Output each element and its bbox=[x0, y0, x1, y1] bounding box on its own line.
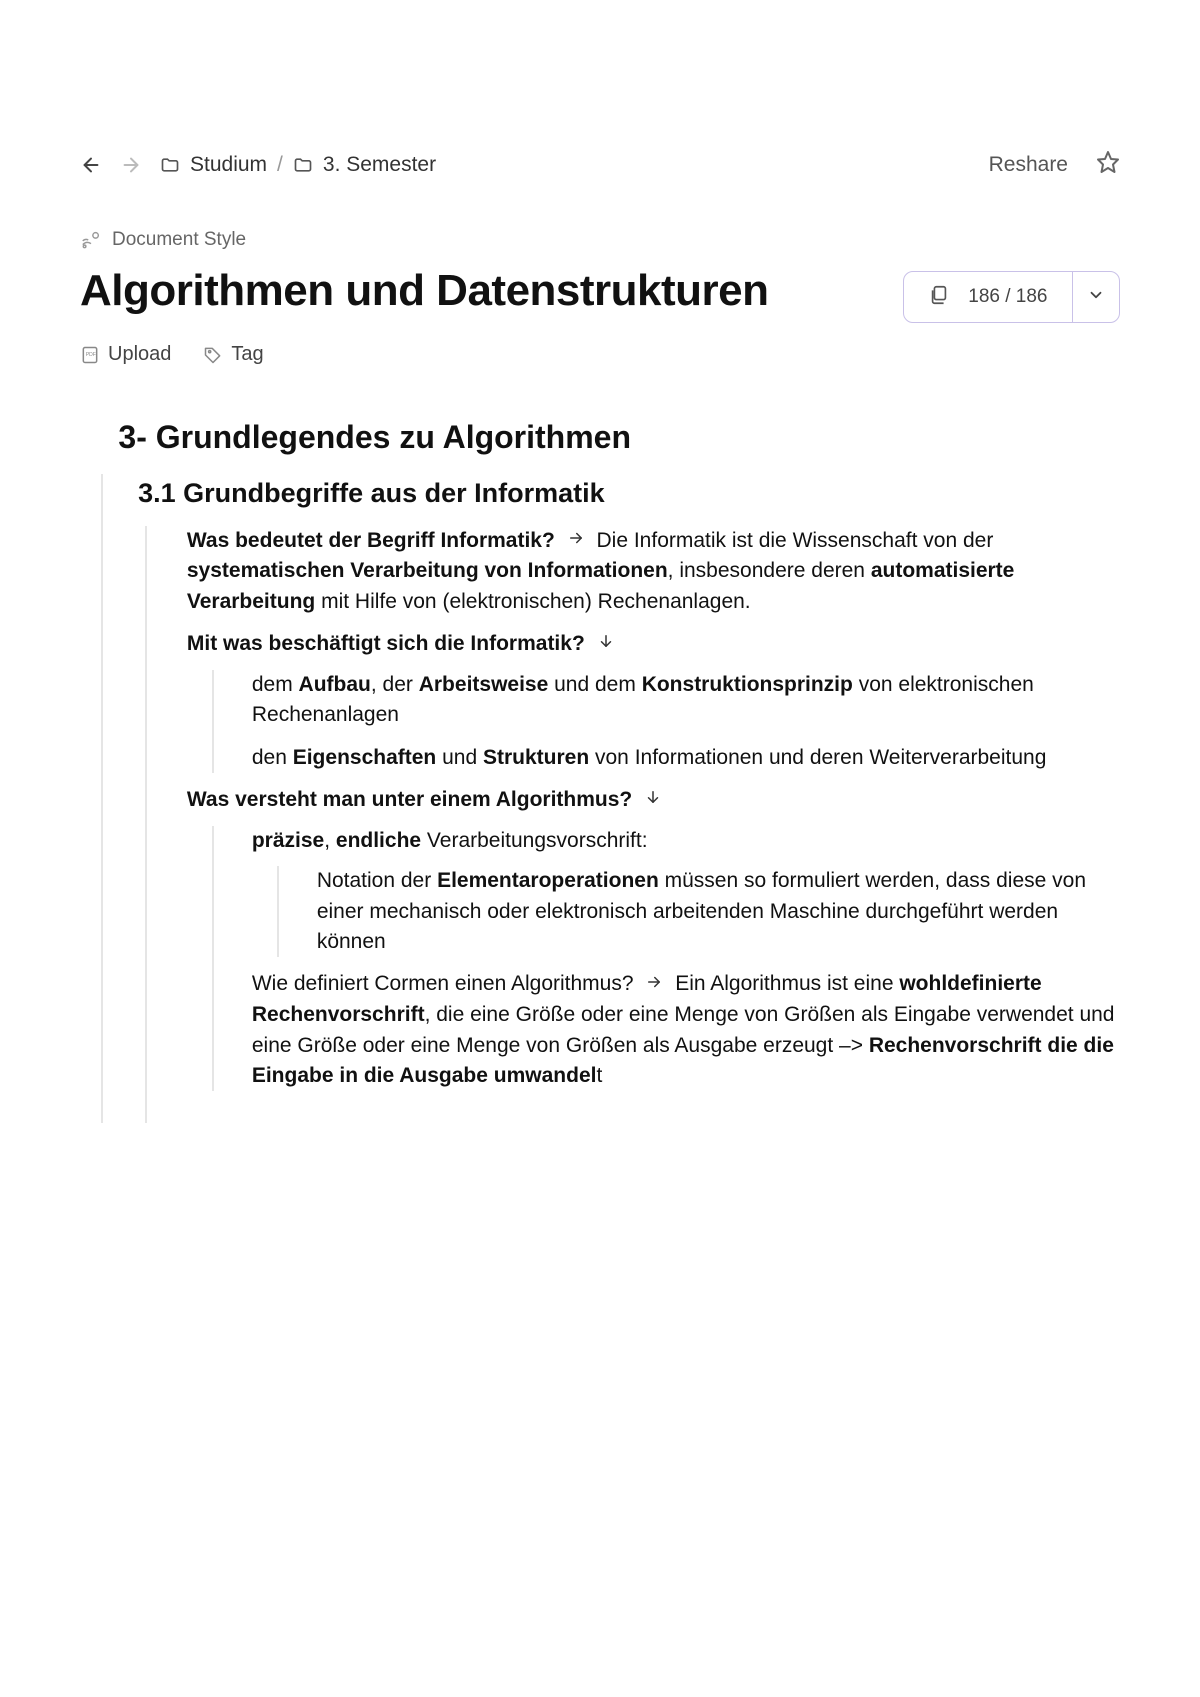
breadcrumb: Studium / 3. Semester bbox=[160, 153, 436, 177]
outline-item: Notation der Elementaroperationen müssen… bbox=[317, 866, 1120, 957]
outline-item: dem Aufbau, der Arbeitsweise und dem Kon… bbox=[252, 670, 1120, 731]
document-style-label: Document Style bbox=[112, 229, 246, 251]
upload-label: Upload bbox=[108, 343, 171, 366]
outline-content: 3- Grundlegendes zu Algorithmen 3.1 Grun… bbox=[80, 414, 1120, 1123]
arrow-left-icon bbox=[80, 154, 102, 176]
actions-row: PDF Upload Tag bbox=[80, 343, 1120, 366]
nav-back-button[interactable] bbox=[80, 154, 102, 176]
topbar: Studium / 3. Semester Reshare bbox=[80, 150, 1120, 179]
folder-icon bbox=[293, 155, 313, 175]
tag-label: Tag bbox=[231, 343, 263, 366]
document-style-row[interactable]: Document Style bbox=[80, 229, 1120, 251]
svg-text:PDF: PDF bbox=[86, 351, 96, 357]
outline-item: präzise, endliche Verarbeitungsvorschrif… bbox=[252, 826, 1120, 958]
breadcrumb-folder-1[interactable]: Studium bbox=[190, 153, 267, 177]
outline-item: Was versteht man unter einem Algorithmus… bbox=[187, 785, 1120, 1091]
heading-level-3: 3.1 Grundbegriffe aus der Informatik bbox=[138, 474, 1120, 513]
outline-item: Wie definiert Cormen einen Algorithmus? … bbox=[252, 969, 1120, 1091]
upload-icon: PDF bbox=[80, 345, 100, 365]
section-3-1: 3.1 Grundbegriffe aus der Informatik Was… bbox=[101, 474, 1120, 1123]
items-container: Was bedeutet der Begriff Informatik? Die… bbox=[145, 526, 1120, 1124]
title-row: Algorithmen und Datenstrukturen 186 / 18… bbox=[80, 265, 1120, 323]
favorite-button[interactable] bbox=[1096, 150, 1120, 179]
breadcrumb-folder-2[interactable]: 3. Semester bbox=[323, 153, 436, 177]
sub-items: dem Aufbau, der Arbeitsweise und dem Kon… bbox=[212, 670, 1120, 773]
heading-level-2: 3- Grundlegendes zu Algorithmen bbox=[118, 414, 1120, 460]
arrow-right-icon bbox=[567, 526, 585, 556]
reshare-button[interactable]: Reshare bbox=[989, 153, 1068, 177]
tag-button[interactable]: Tag bbox=[203, 343, 263, 366]
star-icon bbox=[1096, 150, 1120, 174]
question-text: Wie definiert Cormen einen Algorithmus? bbox=[252, 972, 634, 995]
arrow-right-icon bbox=[645, 970, 663, 1000]
flashcards-count: 186 / 186 bbox=[968, 286, 1047, 308]
nav-forward-button[interactable] bbox=[120, 154, 142, 176]
flashcards-expand-button[interactable] bbox=[1073, 286, 1119, 309]
question-text: Was versteht man unter einem Algorithmus… bbox=[187, 788, 632, 811]
page-title: Algorithmen und Datenstrukturen bbox=[80, 265, 769, 318]
tag-icon bbox=[203, 345, 223, 365]
sub-items: präzise, endliche Verarbeitungsvorschrif… bbox=[212, 826, 1120, 1092]
outline-item: Mit was beschäftigt sich die Informatik?… bbox=[187, 629, 1120, 773]
folder-icon bbox=[160, 155, 180, 175]
outline-item-empty bbox=[187, 1103, 1120, 1123]
arrow-down-icon bbox=[644, 785, 662, 815]
breadcrumb-separator: / bbox=[277, 153, 283, 177]
arrow-down-icon bbox=[597, 629, 615, 659]
flashcards-count-area: 186 / 186 bbox=[904, 284, 1071, 311]
outline-item: den Eigenschaften und Strukturen von Inf… bbox=[252, 743, 1120, 773]
arrow-right-icon bbox=[120, 154, 142, 176]
upload-button[interactable]: PDF Upload bbox=[80, 343, 171, 366]
question-text: Was bedeutet der Begriff Informatik? bbox=[187, 529, 555, 552]
cards-icon bbox=[928, 284, 950, 311]
chevron-down-icon bbox=[1087, 286, 1105, 304]
question-text: Mit was beschäftigt sich die Informatik? bbox=[187, 632, 585, 655]
sub-items: Notation der Elementaroperationen müssen… bbox=[277, 866, 1120, 957]
flashcards-toggle[interactable]: 186 / 186 bbox=[903, 271, 1120, 323]
outline-item: Was bedeutet der Begriff Informatik? Die… bbox=[187, 526, 1120, 618]
topbar-left: Studium / 3. Semester bbox=[80, 153, 436, 177]
document-style-icon bbox=[80, 229, 102, 251]
topbar-right: Reshare bbox=[989, 150, 1120, 179]
